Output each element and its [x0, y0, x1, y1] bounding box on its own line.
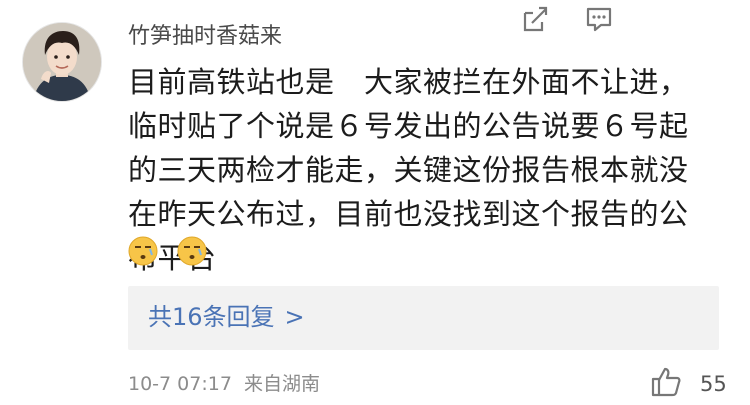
awkward-face-emoji — [128, 236, 158, 266]
like-count: 55 — [700, 372, 727, 396]
emoji-row — [128, 236, 221, 270]
timestamp: 10-7 07:17 — [128, 373, 232, 395]
share-icon[interactable] — [520, 4, 550, 34]
comment-icon[interactable] — [584, 4, 614, 34]
replies-label: 共16条回复 — [148, 303, 275, 331]
username[interactable]: 竹笋抽时香菇来 — [128, 22, 282, 52]
location: 来自湖南 — [243, 373, 320, 395]
view-replies-link[interactable]: 共16条回复 > — [148, 300, 305, 334]
comment-meta: 10-7 07:17 来自湖南 — [128, 370, 320, 398]
avatar[interactable] — [22, 22, 102, 102]
thumbs-up-icon[interactable] — [650, 366, 682, 398]
awkward-face-emoji — [177, 236, 207, 266]
replies-panel: 共16条回复 > — [128, 286, 719, 350]
chevron-right-icon: > — [284, 303, 305, 331]
avatar-photo — [23, 23, 101, 101]
